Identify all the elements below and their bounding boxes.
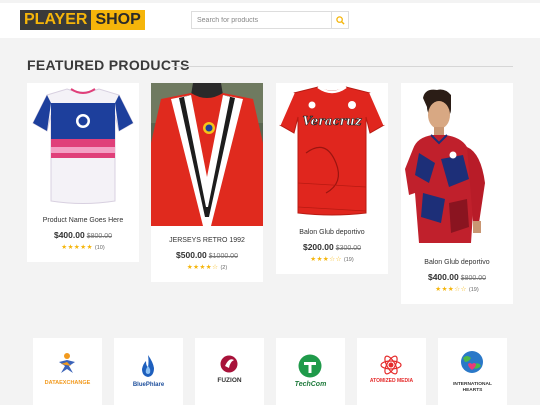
- product-prices: $500.00 $1000.00: [151, 250, 263, 260]
- product-rating: ★★★☆☆ (19): [276, 255, 388, 263]
- review-count: (2): [220, 265, 228, 271]
- product-name[interactable]: Balon Glub deportivo: [401, 259, 513, 266]
- product-price: $400.00: [427, 272, 459, 282]
- flame-icon: [142, 355, 154, 377]
- brand-name: INTERNATIONAL HEARTS: [453, 382, 492, 393]
- brand-logo-techcom[interactable]: TechCom: [276, 338, 345, 405]
- brand-logo-atomized-media[interactable]: ATOMIZED MEDIA: [357, 338, 426, 405]
- product-price: $500.00: [176, 250, 207, 260]
- title-divider: [172, 66, 513, 67]
- product-rating: ★★★★★ (10): [27, 243, 139, 251]
- star-icons: ★★★★★: [61, 244, 93, 251]
- product-name[interactable]: Balon Glub deportivo: [276, 229, 388, 236]
- site-header: PLAYER SHOP: [0, 0, 540, 38]
- product-rating: ★★★☆☆ (19): [401, 285, 513, 293]
- product-price: $200.00: [302, 242, 334, 252]
- product-prices: $200.00 $300.00: [276, 242, 388, 252]
- product-image-jersey-red-v[interactable]: [151, 83, 263, 226]
- atom-icon: [380, 355, 402, 375]
- product-image-jersey-veracruz[interactable]: Veracruz: [276, 83, 388, 218]
- product-image-model-jersey[interactable]: [401, 83, 513, 248]
- brand-logo-fuzion[interactable]: FUZION: [195, 338, 264, 405]
- product-rating: ★★★★☆ (2): [151, 263, 263, 271]
- product-card[interactable]: JERSEYS RETRO 1992 $500.00 $1000.00 ★★★★☆…: [151, 83, 263, 282]
- dataexchange-icon: [59, 353, 75, 373]
- review-count: (19): [343, 257, 354, 263]
- review-count: (19): [468, 287, 479, 293]
- top-strip: [0, 0, 540, 3]
- brand-name: ATOMIZED MEDIA: [369, 378, 414, 384]
- search-button[interactable]: [331, 11, 349, 29]
- techcom-icon: [298, 354, 322, 378]
- brand-name: FUZION: [217, 377, 242, 384]
- review-count: (10): [94, 245, 105, 251]
- globe-heart-icon: [461, 351, 483, 373]
- brand-name: TechCom: [294, 381, 327, 388]
- fuzion-icon: [220, 355, 238, 373]
- product-old-price: $1000.00: [208, 253, 238, 260]
- brand-logo-dataexchange[interactable]: DATAEXCHANGE: [33, 338, 102, 405]
- logo-part-player: PLAYER: [20, 10, 92, 30]
- site-logo[interactable]: PLAYER SHOP: [20, 10, 145, 30]
- product-card[interactable]: Balon Glub deportivo $400.00 $800.00 ★★★☆…: [401, 83, 513, 304]
- svg-text:Veracruz: Veracruz: [302, 114, 362, 128]
- product-prices: $400.00 $800.00: [27, 230, 139, 240]
- brand-name: DATAEXCHANGE: [44, 380, 91, 386]
- star-icons: ★★★★☆: [186, 264, 219, 271]
- brand-name: BluePhlare: [132, 382, 165, 388]
- product-old-price: $300.00: [335, 245, 362, 252]
- product-name[interactable]: Product Name Goes Here: [27, 217, 139, 224]
- search-icon: [335, 15, 345, 25]
- star-icons: ★★★☆☆: [435, 286, 467, 293]
- product-image-jersey-white[interactable]: [27, 83, 139, 210]
- featured-products-title: FEATURED PRODUCTS: [27, 57, 190, 73]
- product-name[interactable]: JERSEYS RETRO 1992: [151, 237, 263, 244]
- product-old-price: $800.00: [86, 233, 113, 240]
- star-icons: ★★★☆☆: [310, 256, 342, 263]
- search-bar: [191, 11, 349, 29]
- product-old-price: $800.00: [460, 275, 487, 282]
- search-input[interactable]: [191, 11, 331, 29]
- brand-logo-international-hearts[interactable]: INTERNATIONAL HEARTS: [438, 338, 507, 405]
- brand-logo-bluephlare[interactable]: BluePhlare: [114, 338, 183, 405]
- product-prices: $400.00 $800.00: [401, 272, 513, 282]
- logo-part-shop: SHOP: [91, 10, 145, 30]
- product-card[interactable]: Product Name Goes Here $400.00 $800.00 ★★…: [27, 83, 139, 262]
- product-card[interactable]: Veracruz Balon Glub deportivo $200.00 $30…: [276, 83, 388, 274]
- product-price: $400.00: [53, 230, 85, 240]
